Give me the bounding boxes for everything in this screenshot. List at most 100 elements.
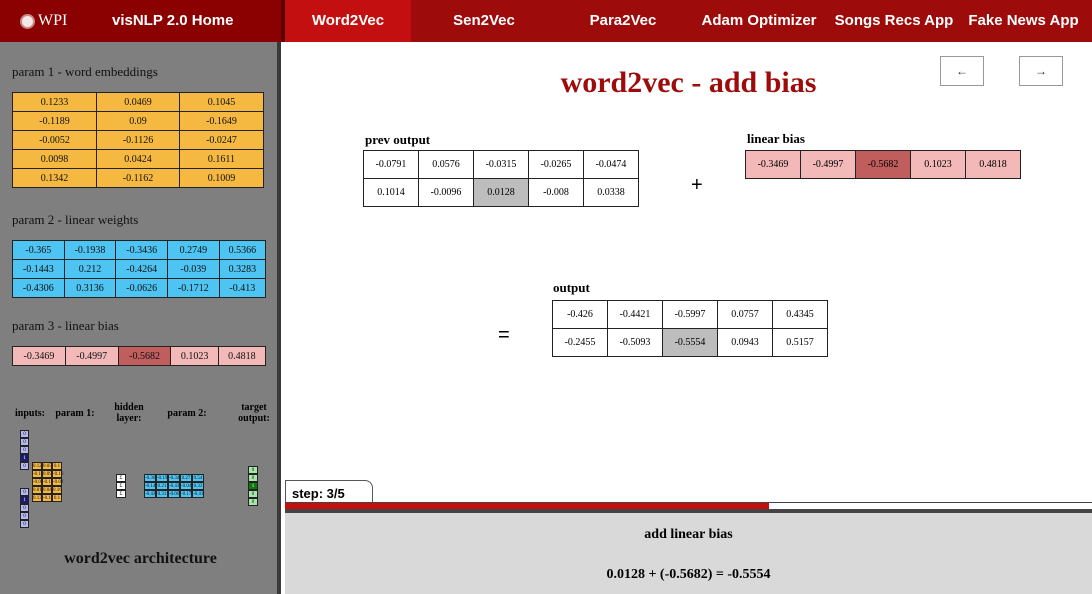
matrix-row: -0.0791 0.0576 -0.0315 -0.0265 -0.0474 [363,150,639,179]
matrix-cell: 0.4345 [772,300,828,329]
tab-word2vec[interactable]: Word2Vec [285,0,411,42]
param2-mini-cell: 0.54 [192,474,204,482]
matrix-cell: 0.0757 [717,300,773,329]
matrix-cell: -0.0265 [528,150,584,179]
matrix-cell: -0.4306 [12,278,65,298]
top-nav: WPI visNLP 2.0 Home Word2Vec Sen2Vec Par… [0,0,1092,42]
target-cell: 1 [248,482,258,490]
tab-fake-news-app[interactable]: Fake News App [959,0,1088,42]
wpi-logo-text: WPI [38,12,68,29]
matrix-cell: -0.5682 [855,150,911,179]
input-cell: 0 [20,430,29,438]
matrix-cell: -0.365 [12,240,65,260]
wpi-logo[interactable]: WPI [20,12,67,30]
hidden-cell: Σ [116,482,126,490]
architecture-caption: word2vec architecture [64,550,217,567]
input-cell: 0 [20,520,29,528]
matrix-cell: 0.2749 [167,240,220,260]
matrix-cell: -0.4997 [64,346,119,366]
matrix-cell: 0.1233 [12,92,97,112]
matrix-cell: -0.4421 [607,300,663,329]
matrix-cell: -0.426 [552,300,608,329]
home-link[interactable]: visNLP 2.0 Home [112,0,233,42]
input-cell: 0 [20,504,29,512]
param2-mini-cell: 0.33 [192,482,204,490]
matrix-cell: -0.3469 [745,150,801,179]
matrix-cell: -0.1126 [95,130,180,150]
param3-title: param 3 - linear bias [12,318,119,333]
tab-sen2vec[interactable]: Sen2Vec [411,0,557,42]
tab-adam-optimizer[interactable]: Adam Optimizer [689,0,829,42]
param1-mini-cell: 0.13 [32,494,42,502]
matrix-row: 0.1342 -0.1162 0.1009 [12,168,265,188]
matrix-row: -0.3469 -0.4997 -0.5682 0.1023 0.4818 [12,346,267,366]
matrix-cell: 0.0469 [95,92,180,112]
prev-output-label: prev output [365,132,431,147]
matrix-cell: 0.1611 [178,149,265,169]
matrix-cell: 0.1045 [178,92,265,112]
matrix-cell: -0.1712 [167,278,220,298]
matrix-cell: 0.1014 [363,178,419,207]
arrow-right-icon: → [1035,63,1047,78]
tab-songs-recs-app[interactable]: Songs Recs App [829,0,959,42]
arrow-left-icon: ← [956,63,968,78]
matrix-row: -0.0052 -0.1126 -0.0247 [12,130,265,150]
plus-sign: + [691,174,703,196]
params-sidebar: param 1 - word embeddings 0.1233 0.0469 0.… [0,42,281,594]
param1-mini-cell: -0.01 [32,478,44,486]
matrix-row: -0.1443 0.212 -0.4264 -0.039 0.3283 [12,259,267,279]
input-cell: 0 [20,462,29,470]
input-cell: 0 [20,512,29,520]
param2-mini-cell: 0.21 [156,482,168,490]
linear-bias-matrix: -0.3469 -0.4997 -0.5682 0.1023 0.4818 [745,150,1021,179]
explanation-formula: 0.0128 + (-0.5682) = -0.5554 [606,567,771,582]
param1-mini-cell: -0.16 [52,470,64,478]
target-cell: 0 [248,466,258,474]
param1-mini-cell: -0.11 [42,478,54,486]
param1-mini-cell: -0.12 [32,470,44,478]
matrix-cell: 0.212 [63,259,117,279]
nav-tabs: Word2Vec Sen2Vec Para2Vec Adam Optimizer… [281,0,1092,42]
architecture-labels: inputs: param 1: hidden layer: param 2: … [12,402,274,432]
target-cell: 0 [248,474,258,482]
prev-step-button[interactable]: ← [940,56,984,86]
matrix-cell: 0.0098 [12,149,97,169]
matrix-cell: 0.5366 [218,240,267,260]
matrix-cell: 0.1009 [178,168,265,188]
output-matrix: -0.426 -0.4421 -0.5997 0.0757 0.4345 -0.2455-… [552,300,828,357]
prev-output-matrix: -0.0791 0.0576 -0.0315 -0.0265 -0.0474 0.1014… [363,150,639,207]
matrix-cell: 0.1342 [12,168,97,188]
param2-mini-cell: -0.04 [180,482,192,490]
matrix-row: 0.0098 0.0424 0.1611 [12,149,265,169]
param1-mini-cell: 0.09 [42,470,52,478]
param1-mini-cell: 0.16 [52,486,62,494]
matrix-cell: -0.0791 [363,150,419,179]
next-step-button[interactable]: → [1019,56,1063,86]
matrix-cell: 0.5157 [772,328,828,357]
matrix-row: -0.3469 -0.4997 -0.5682 0.1023 0.4818 [745,150,1021,179]
param2-mini-cell: -0.19 [156,474,168,482]
param1-mini-cell: 0.01 [32,486,42,494]
matrix-row: -0.365 -0.1938 -0.3436 0.2749 0.5366 [12,240,267,260]
param1-title: param 1 - word embeddings [12,64,158,79]
param1-mini-cell: 0.12 [32,462,42,470]
input-cell: 0 [20,488,29,496]
matrix-cell: 0.0943 [717,328,773,357]
matrix-cell: -0.1189 [12,111,97,131]
tab-para2vec[interactable]: Para2Vec [557,0,689,42]
matrix-cell: -0.008 [528,178,584,207]
param3-matrix: -0.3469 -0.4997 -0.5682 0.1023 0.4818 [12,346,267,366]
progress-bar-fill [285,503,770,509]
linear-bias-label: linear bias [747,131,805,146]
matrix-cell: -0.1443 [12,259,65,279]
matrix-cell: 0.1023 [170,346,219,366]
matrix-cell: 0.09 [95,111,180,131]
matrix-cell: 0.0424 [95,149,180,169]
arch-label-param2: param 2: [167,408,207,419]
main-content: word2vec - add bias ← → prev output -0.0… [285,42,1092,594]
output-label: output [553,280,590,295]
matrix-cell: -0.3469 [12,346,66,366]
param2-mini-cell: 0.27 [180,474,192,482]
param2-mini-cell: -0.06 [168,490,180,498]
matrix-cell: 0.3283 [218,259,267,279]
